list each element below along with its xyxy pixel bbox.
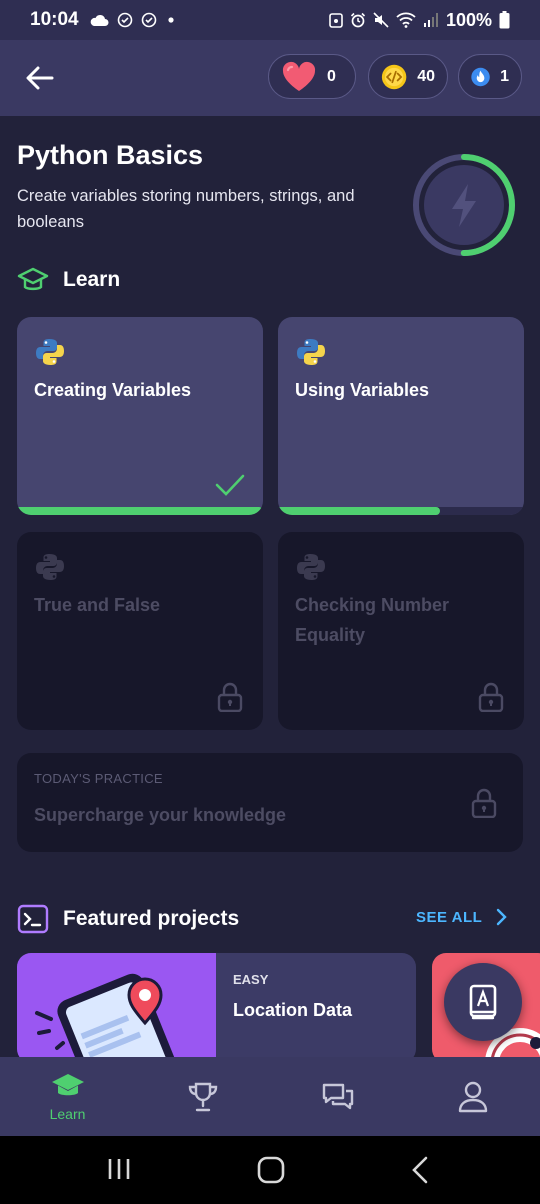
python-icon: [36, 339, 64, 365]
course-progress-ring: [413, 154, 515, 256]
graduation-cap-icon: [51, 1073, 84, 1095]
see-all-label: SEE ALL: [416, 908, 483, 926]
lesson-card-checking-number-equality[interactable]: Checking Number Equality: [278, 532, 524, 730]
battery-percent: 100%: [445, 9, 492, 30]
chat-icon: [322, 1083, 353, 1109]
coins-value: 40: [417, 67, 435, 85]
featured-projects-title: Featured projects: [63, 907, 240, 930]
lesson-name: True and False: [34, 595, 161, 615]
lock-icon: [217, 682, 243, 712]
wifi-icon: [396, 12, 416, 28]
see-all-link[interactable]: SEE ALL: [416, 908, 508, 926]
streak-counter[interactable]: 1: [458, 54, 522, 99]
lesson-progress-fill: [17, 507, 263, 515]
lesson-name: Creating Variables: [34, 380, 192, 400]
nav-label: Learn: [49, 1105, 86, 1122]
status-bar: 10:04 100%: [0, 0, 540, 40]
code-coin-icon: [381, 64, 407, 89]
project-difficulty: EASY: [233, 972, 269, 987]
learn-section-header: Learn: [17, 264, 120, 296]
nav-item-leaderboard[interactable]: [135, 1057, 270, 1136]
back-button[interactable]: [22, 60, 58, 96]
python-icon: [36, 554, 64, 580]
check-icon: [215, 474, 245, 496]
nfc-icon: [329, 13, 343, 28]
streak-value: 1: [500, 67, 509, 85]
project-thumbnail: [17, 953, 216, 1063]
battery-icon: [499, 11, 510, 29]
lesson-card-creating-variables[interactable]: Creating Variables: [17, 317, 263, 515]
featured-projects-header: Featured projects: [17, 904, 239, 934]
reference-book-button[interactable]: [444, 963, 522, 1041]
coins-counter[interactable]: 40: [368, 54, 448, 99]
lock-icon: [478, 682, 504, 712]
lesson-name: Checking Number Equality: [295, 595, 450, 645]
project-card-location-data[interactable]: EASY Location Data: [17, 953, 416, 1063]
hearts-counter[interactable]: 0: [268, 54, 356, 99]
system-back-icon[interactable]: [410, 1156, 430, 1184]
learn-section-title: Learn: [63, 268, 121, 291]
course-subtitle: Create variables storing numbers, string…: [17, 187, 355, 231]
python-icon: [297, 339, 325, 365]
practice-description: Supercharge your knowledge: [34, 805, 287, 825]
check-circle-icon: [117, 12, 132, 28]
terminal-icon: [17, 904, 49, 934]
flame-icon: [471, 67, 490, 86]
alarm-icon: [350, 12, 366, 28]
nav-item-learn[interactable]: Learn: [0, 1057, 135, 1136]
nav-item-community[interactable]: [270, 1057, 405, 1136]
trophy-icon: [188, 1082, 217, 1111]
mute-icon: [373, 12, 389, 28]
hearts-value: 0: [327, 67, 336, 85]
chevron-right-icon: [497, 908, 507, 926]
lock-icon: [471, 788, 497, 818]
lesson-name: Using Variables: [295, 380, 430, 400]
system-navigation-bar: [0, 1136, 540, 1204]
status-time: 10:04: [30, 9, 79, 30]
top-app-bar: 0 40 1: [0, 40, 540, 116]
todays-practice-card[interactable]: TODAY'S PRACTICE Supercharge your knowle…: [17, 753, 523, 852]
bottom-navigation: Learn: [0, 1057, 540, 1136]
recent-apps-icon[interactable]: [106, 1156, 132, 1182]
dot-icon: [168, 17, 174, 23]
book-icon: [469, 984, 497, 1020]
practice-kicker: TODAY'S PRACTICE: [34, 771, 163, 786]
nav-item-profile[interactable]: [405, 1057, 540, 1136]
lesson-progress-fill: [278, 507, 441, 515]
course-title: Python Basics: [17, 140, 204, 170]
project-name: Location Data: [233, 1000, 353, 1020]
graduation-cap-icon: [17, 267, 49, 291]
python-icon: [297, 554, 325, 580]
check-circle-icon: [141, 12, 156, 28]
cloud-icon: [90, 14, 109, 26]
profile-icon: [458, 1081, 487, 1112]
back-arrow-icon: [26, 66, 54, 90]
lesson-card-true-and-false[interactable]: True and False: [17, 532, 263, 730]
heart-icon: [282, 61, 316, 91]
lesson-card-using-variables[interactable]: Using Variables: [278, 317, 524, 515]
home-icon[interactable]: [257, 1156, 285, 1184]
map-pin-phone-illustration: [35, 973, 188, 1063]
signal-icon: [423, 13, 438, 27]
